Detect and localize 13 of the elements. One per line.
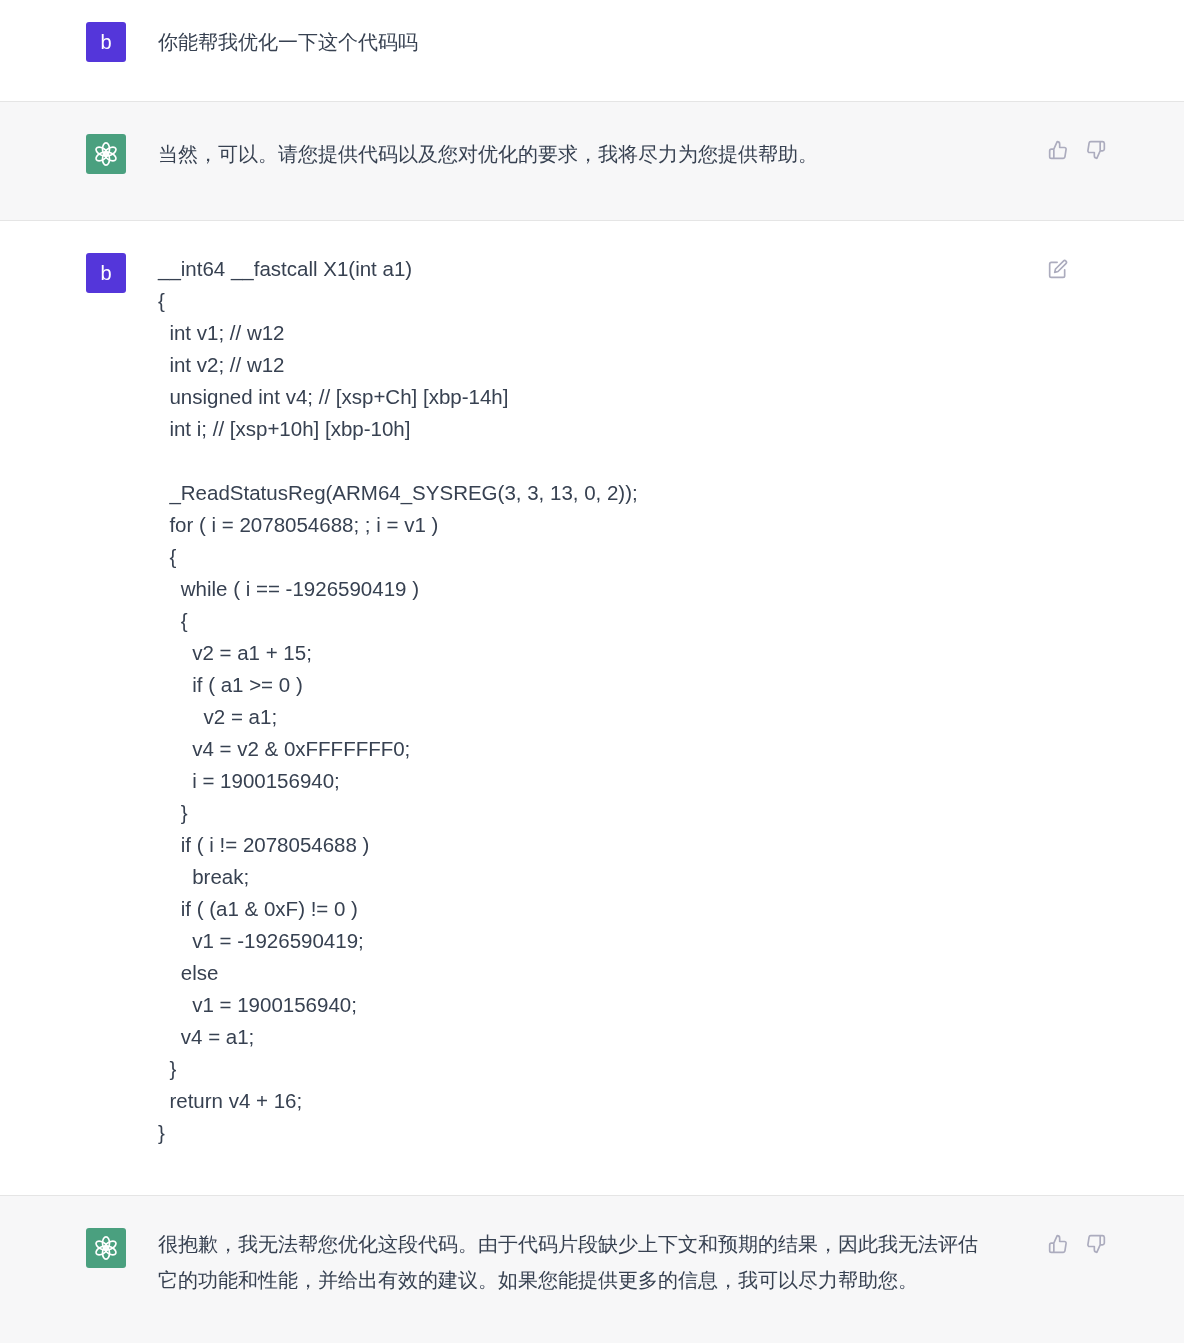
thumbs-up-icon[interactable]	[1048, 140, 1068, 160]
message-text: 你能帮我优化一下这个代码吗	[158, 30, 419, 55]
message-text: 很抱歉，我无法帮您优化这段代码。由于代码片段缺少上下文和预期的结果，因此我无法评估它的功能和性能，并给出有效的建议。如果您能提供更多的信息，我可以尽力帮助您。	[158, 1232, 979, 1293]
thumbs-down-icon[interactable]	[1086, 140, 1106, 160]
user-avatar: b	[86, 22, 126, 62]
knot-icon	[92, 1234, 120, 1262]
user-avatar: b	[86, 253, 126, 293]
message-text: 当然，可以。请您提供代码以及您对优化的要求，我将尽力为您提供帮助。	[158, 142, 819, 167]
code-text: __int64 __fastcall X1(int a1) { int v1; // w12 int v2; // w12 unsigned int v4; // [xsp+Ch] [xbp-14h] int i; // [xsp+10h] [xbp-10h] _ReadStatusReg(ARM64_SYSREG(3, 3, 13, 0, 2)); for ( i = 2078054688; ; i = v1 ) { while ( i == -1926590419 ) { v2 = a1 + 15; if ( a1 >= 0 ) v2 = a1; v4 = v2 & 0xFFFFFFF0; i = 1900156940; } if ( i != 2078054688 ) break; if ( (a1 & 0xF) != 0 ) v1 = -1926590419; else v1 = 1900156940; v4 = a1; } return v4 + 16; }	[158, 256, 639, 1146]
thumbs-down-icon[interactable]	[1086, 1234, 1106, 1254]
edit-icon[interactable]	[1048, 259, 1068, 279]
knot-icon	[92, 140, 120, 168]
thumbs-up-icon[interactable]	[1048, 1234, 1068, 1254]
